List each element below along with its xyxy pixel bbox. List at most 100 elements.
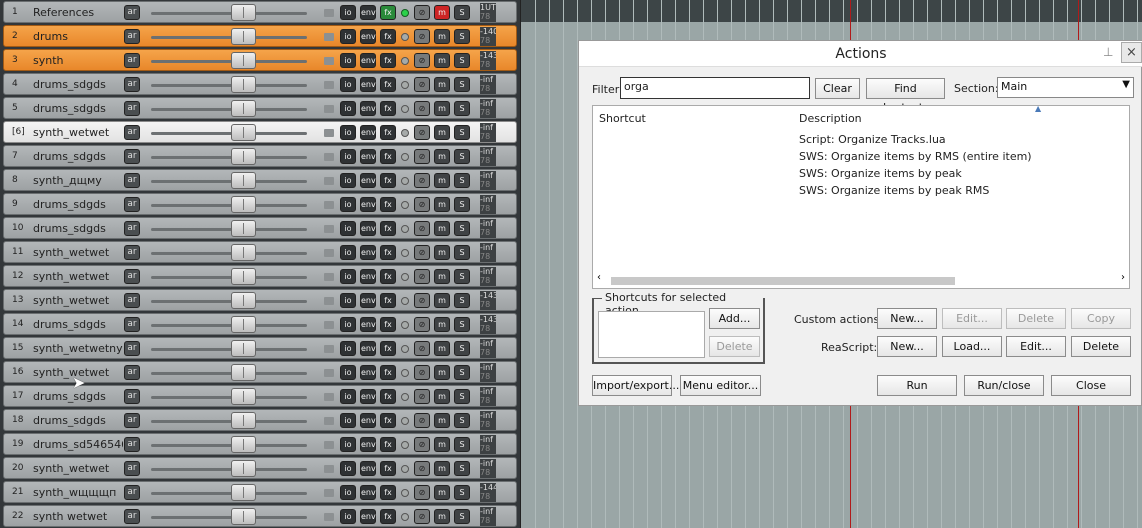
solo-button[interactable]: S (454, 149, 470, 164)
fx-button[interactable]: fx (380, 317, 396, 332)
solo-button[interactable]: S (454, 461, 470, 476)
mute-button[interactable]: m (434, 485, 450, 500)
mute-button[interactable]: m (434, 461, 450, 476)
automation-arm-button[interactable]: ar (124, 293, 140, 308)
io-button[interactable]: io (340, 245, 356, 260)
reascript-edit-button[interactable]: Edit... (1006, 336, 1066, 357)
io-button[interactable]: io (340, 341, 356, 356)
volume-slider-track[interactable] (151, 276, 307, 279)
phase-icon[interactable]: ⊘ (414, 341, 430, 356)
envelope-button[interactable]: env (360, 5, 376, 20)
fx-button[interactable]: fx (380, 293, 396, 308)
folder-icon[interactable] (324, 513, 334, 521)
clear-button[interactable]: Clear (815, 78, 860, 99)
record-arm-icon[interactable] (401, 441, 409, 449)
envelope-button[interactable]: env (360, 293, 376, 308)
io-button[interactable]: io (340, 221, 356, 236)
fx-button[interactable]: fx (380, 53, 396, 68)
solo-button[interactable]: S (454, 437, 470, 452)
volume-slider-track[interactable] (151, 60, 307, 63)
track-row[interactable]: 11 synth_wetwet ar io env fx ⊘ m S -inf 78 (3, 241, 517, 263)
volume-slider-handle[interactable] (231, 124, 256, 141)
envelope-button[interactable]: env (360, 29, 376, 44)
shortcuts-list[interactable] (598, 311, 705, 358)
solo-button[interactable]: S (454, 269, 470, 284)
record-arm-icon[interactable] (401, 201, 409, 209)
fx-button[interactable]: fx (380, 101, 396, 116)
envelope-button[interactable]: env (360, 53, 376, 68)
solo-button[interactable]: S (454, 125, 470, 140)
volume-slider-track[interactable] (151, 36, 307, 39)
automation-arm-button[interactable]: ar (124, 221, 140, 236)
io-button[interactable]: io (340, 173, 356, 188)
mute-button[interactable]: m (434, 413, 450, 428)
volume-slider-track[interactable] (151, 492, 307, 495)
mute-button[interactable]: m (434, 245, 450, 260)
envelope-button[interactable]: env (360, 149, 376, 164)
solo-button[interactable]: S (454, 53, 470, 68)
volume-slider-handle[interactable] (231, 508, 256, 525)
record-arm-icon[interactable] (401, 81, 409, 89)
automation-arm-button[interactable]: ar (124, 101, 140, 116)
io-button[interactable]: io (340, 461, 356, 476)
mute-button[interactable]: m (434, 365, 450, 380)
automation-arm-button[interactable]: ar (124, 317, 140, 332)
mute-button[interactable]: m (434, 389, 450, 404)
track-row[interactable]: 5 drums_sdgds ar io env fx ⊘ m S -inf 78 (3, 97, 517, 119)
track-row[interactable]: 1 References ar io env fx ⊘ m S 1UT 78 (3, 1, 517, 23)
volume-slider-track[interactable] (151, 348, 307, 351)
record-arm-icon[interactable] (401, 513, 409, 521)
volume-slider-handle[interactable] (231, 4, 256, 21)
phase-icon[interactable]: ⊘ (414, 53, 430, 68)
automation-arm-button[interactable]: ar (124, 5, 140, 20)
folder-icon[interactable] (324, 177, 334, 185)
volume-slider-handle[interactable] (231, 412, 256, 429)
folder-icon[interactable] (324, 33, 334, 41)
volume-slider-track[interactable] (151, 156, 307, 159)
mute-button[interactable]: m (434, 125, 450, 140)
fx-button[interactable]: fx (380, 245, 396, 260)
track-row[interactable]: 13 synth_wetwet ar io env fx ⊘ m S -143 78 (3, 289, 517, 311)
solo-button[interactable]: S (454, 221, 470, 236)
folder-icon[interactable] (324, 321, 334, 329)
add-shortcut-button[interactable]: Add... (709, 308, 760, 329)
envelope-button[interactable]: env (360, 341, 376, 356)
record-arm-icon[interactable] (401, 249, 409, 257)
track-name[interactable]: drums_sdgds (33, 78, 123, 92)
volume-slider-track[interactable] (151, 300, 307, 303)
run-close-button[interactable]: Run/close (964, 375, 1044, 396)
reascript-load-button[interactable]: Load... (942, 336, 1002, 357)
mute-button[interactable]: m (434, 101, 450, 116)
envelope-button[interactable]: env (360, 269, 376, 284)
volume-slider-track[interactable] (151, 204, 307, 207)
envelope-button[interactable]: env (360, 221, 376, 236)
volume-slider-handle[interactable] (231, 316, 256, 333)
automation-arm-button[interactable]: ar (124, 125, 140, 140)
io-button[interactable]: io (340, 413, 356, 428)
automation-arm-button[interactable]: ar (124, 53, 140, 68)
track-row[interactable]: 4 drums_sdgds ar io env fx ⊘ m S -inf 78 (3, 73, 517, 95)
volume-slider-handle[interactable] (231, 28, 256, 45)
mute-button[interactable]: m (434, 29, 450, 44)
phase-icon[interactable]: ⊘ (414, 389, 430, 404)
phase-icon[interactable]: ⊘ (414, 29, 430, 44)
mute-button[interactable]: m (434, 317, 450, 332)
phase-icon[interactable]: ⊘ (414, 77, 430, 92)
envelope-button[interactable]: env (360, 173, 376, 188)
record-arm-icon[interactable] (401, 321, 409, 329)
folder-icon[interactable] (324, 441, 334, 449)
folder-icon[interactable] (324, 129, 334, 137)
delete-shortcut-button[interactable]: Delete (709, 336, 760, 357)
io-button[interactable]: io (340, 53, 356, 68)
mute-button[interactable]: m (434, 149, 450, 164)
envelope-button[interactable]: env (360, 245, 376, 260)
scrollbar-thumb[interactable] (611, 277, 955, 285)
fx-button[interactable]: fx (380, 149, 396, 164)
track-row[interactable]: 15 synth_wetwetnyцrar ioenvfx ⊘ mS -inf78 (3, 337, 517, 359)
automation-arm-button[interactable]: ar (124, 365, 140, 380)
track-row[interactable]: 8 synth_дщму ar io env fx ⊘ m S -inf 78 (3, 169, 517, 191)
close-button[interactable]: Close (1051, 375, 1131, 396)
track-name[interactable]: drums (33, 30, 123, 44)
automation-arm-button[interactable]: ar (124, 413, 140, 428)
io-button[interactable]: io (340, 485, 356, 500)
